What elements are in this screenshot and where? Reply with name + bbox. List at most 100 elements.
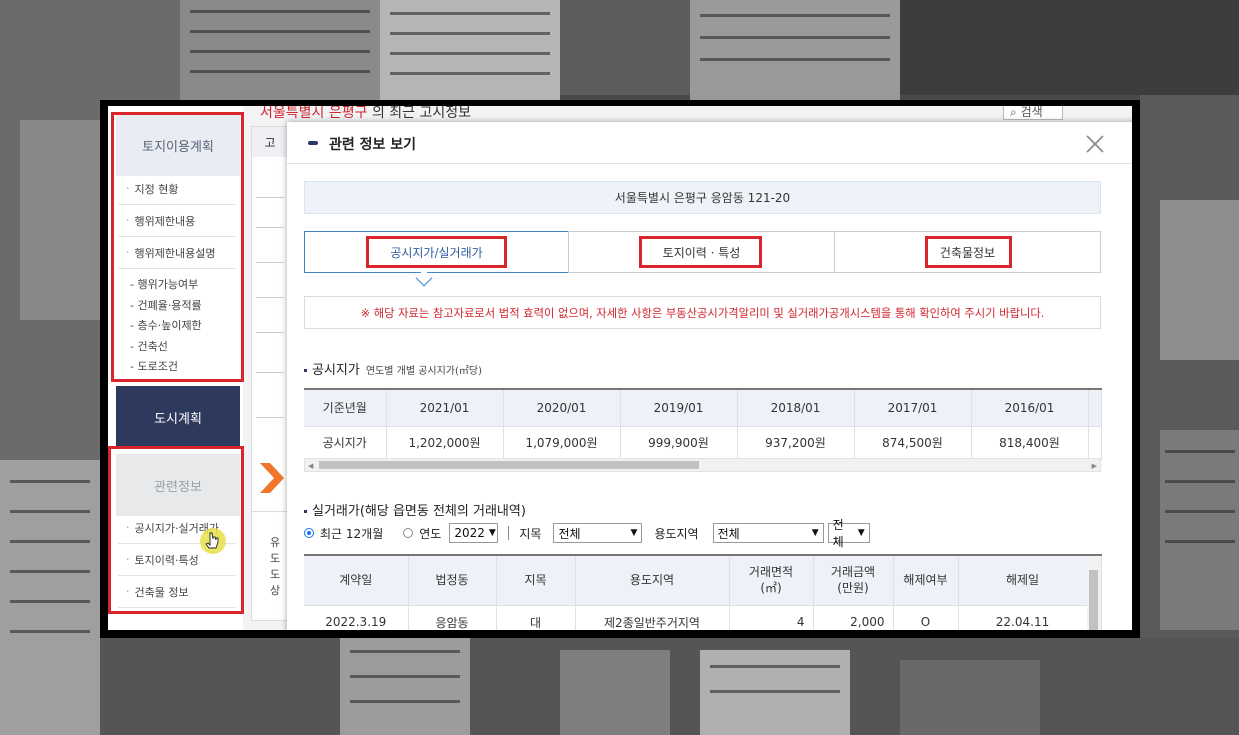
- sidebar-subitem-permitted[interactable]: - 행위가능여부: [130, 275, 198, 296]
- zone-detail-select[interactable]: 전체 ▼: [827, 518, 870, 549]
- notice-header-region: 서울특별시 은평구: [260, 106, 368, 121]
- year-label: 연도: [419, 526, 442, 541]
- zone-select-value: 전체: [717, 526, 740, 541]
- recent-12-months-radio[interactable]: [304, 528, 314, 538]
- table-cell: 1,079,000원: [503, 426, 621, 460]
- chevron-down-icon: ▼: [811, 528, 819, 538]
- column-header: 2020/01: [503, 388, 621, 427]
- scroll-right-icon[interactable]: ▶: [1092, 462, 1097, 470]
- column-header: 2019/01: [620, 388, 738, 427]
- section-subtitle: 연도별 개별 공시지가(㎡당): [365, 366, 483, 377]
- column-header-overflow: [1088, 388, 1102, 427]
- sidebar-city-plan[interactable]: 도시계획: [116, 386, 240, 448]
- column-header: 2021/01: [386, 388, 504, 427]
- bullet: ·: [126, 214, 130, 227]
- table-cell: 1,202,000원: [386, 426, 504, 460]
- land-use-page: 서울특별시 은평구 의 최근 고시정보 ⌕ 검색 고 유 도 도 상 토지이용계…: [108, 106, 1132, 630]
- table-cell: 874,500원: [854, 426, 972, 460]
- chevron-down-icon: ▼: [857, 528, 865, 538]
- table-cell: O: [893, 605, 959, 630]
- sidebar-item-restriction-details[interactable]: · 행위제한내용설명: [118, 237, 236, 269]
- table-header-row: 계약일 법정동 지목 용도지역 거래면적 (㎡) 거래금액 (만원) 해제여부 …: [304, 554, 1102, 606]
- background-info-box: 유 도 도 상: [251, 511, 289, 621]
- mouse-cursor-icon: [200, 528, 226, 554]
- search-label: 검색: [1020, 106, 1043, 119]
- zone-select[interactable]: 전체 ▼: [712, 523, 824, 543]
- table-cell: 공시지가: [304, 426, 387, 460]
- sidebar-item-designation[interactable]: · 지정 현황: [118, 173, 236, 205]
- tab-land-history[interactable]: 토지이력 · 특성: [568, 231, 835, 273]
- bullet: ·: [126, 182, 130, 195]
- table-cell-overflow: [1088, 426, 1102, 460]
- table-cell: 대: [496, 605, 576, 630]
- table-row: 2022.3.19 응암동 대 제2종일반주거지역 4 2,000 O 22.0…: [304, 605, 1102, 630]
- vertical-scrollbar[interactable]: [1087, 556, 1101, 630]
- section-bullet: [304, 369, 307, 372]
- table-cell: 22.04.11: [958, 605, 1088, 630]
- table-cell: 937,200원: [737, 426, 855, 460]
- filter-divider: [508, 526, 510, 540]
- table-cell: 999,900원: [620, 426, 738, 460]
- sidebar-item-restrictions[interactable]: · 행위제한내용: [118, 205, 236, 237]
- background-text: 도: [270, 568, 281, 581]
- background-table-head: 고: [252, 127, 288, 157]
- related-info-modal: 관련 정보 보기 서울특별시 은평구 응암동 121-20 공시지가/실거래가 …: [287, 122, 1132, 630]
- notice-header-text: 의 최근 고시정보: [371, 106, 472, 121]
- horizontal-scrollbar[interactable]: ◀ ▶: [304, 458, 1101, 472]
- tab-building-info[interactable]: 건축물정보: [834, 231, 1101, 273]
- sidebar-related-info[interactable]: 관련정보: [116, 454, 240, 516]
- chevron-down-icon: ▼: [630, 528, 638, 538]
- sidebar-item-label: 건축물 정보: [134, 585, 189, 599]
- column-header: 해제일: [958, 554, 1088, 606]
- sidebar-subitem-height-limit[interactable]: - 층수·높이제한: [130, 316, 202, 337]
- table-cell: 2022.3.19: [304, 605, 409, 630]
- tab-land-price[interactable]: 공시지가/실거래가: [304, 231, 569, 273]
- screenshot-frame: 서울특별시 은평구 의 최근 고시정보 ⌕ 검색 고 유 도 도 상 토지이용계…: [100, 100, 1140, 638]
- column-header: 법정동: [408, 554, 497, 606]
- scrollbar-thumb[interactable]: [1089, 570, 1098, 630]
- zone-detail-select-value: 전체: [832, 518, 844, 549]
- table-cell: 응암동: [408, 605, 497, 630]
- year-radio[interactable]: [403, 528, 414, 538]
- jimok-select[interactable]: 전체 ▼: [553, 523, 643, 543]
- recent-12-months-label: 최근 12개월: [320, 526, 384, 541]
- chevron-down-icon: ▼: [488, 528, 496, 538]
- table-cell: 818,400원: [971, 426, 1089, 460]
- scroll-left-icon[interactable]: ◀: [308, 462, 313, 470]
- column-header: 2016/01: [971, 388, 1089, 427]
- column-header: 지목: [496, 554, 576, 606]
- modal-header: 관련 정보 보기: [287, 122, 1132, 164]
- sidebar-item-label: 행위제한내용: [134, 214, 196, 228]
- table-row: 공시지가 1,202,000원 1,079,000원 999,900원 937,…: [304, 426, 1102, 460]
- bullet: ·: [126, 553, 130, 566]
- scrollbar-thumb[interactable]: [319, 461, 699, 469]
- sidebar-subitem-road-condition[interactable]: - 도로조건: [130, 357, 178, 378]
- title-marker: [308, 141, 318, 145]
- sidebar-subitem-building-line[interactable]: - 건축선: [130, 337, 168, 358]
- deal-price-table: 계약일 법정동 지목 용도지역 거래면적 (㎡) 거래금액 (만원) 해제여부 …: [304, 554, 1102, 630]
- jimok-select-value: 전체: [558, 526, 581, 541]
- sidebar-item-label: 지정 현황: [134, 182, 179, 196]
- search-button[interactable]: ⌕ 검색: [1003, 106, 1063, 120]
- column-header: 기준년월: [304, 388, 387, 427]
- sidebar-subitem-coverage-ratio[interactable]: - 건폐율·용적률: [130, 296, 202, 317]
- background-text: 상: [270, 584, 281, 597]
- background-text: 유: [270, 536, 281, 549]
- background-text: 도: [270, 552, 281, 565]
- search-icon: ⌕: [1010, 106, 1017, 119]
- deal-filters: 최근 12개월 연도 2022 ▼ 지목 전체 ▼ 용도지역 전체 ▼ 전체 ▼: [304, 518, 870, 549]
- year-select[interactable]: 2022 ▼: [449, 523, 499, 543]
- notice-header: 서울특별시 은평구 의 최근 고시정보: [260, 106, 471, 122]
- column-header: 거래금액 (만원): [813, 554, 894, 606]
- modal-title: 관련 정보 보기: [329, 137, 417, 153]
- sidebar-item-label: 토지이력·특성: [134, 553, 199, 567]
- official-price-section-title: 공시지가 연도별 개별 공시지가(㎡당): [304, 359, 482, 378]
- sidebar-item-building-info[interactable]: · 건축물 정보: [118, 576, 236, 608]
- chevron-right-icon: [260, 463, 284, 493]
- close-icon[interactable]: [1085, 134, 1105, 154]
- section-bullet: [304, 510, 307, 513]
- tab-label: 토지이력 · 특성: [662, 245, 741, 260]
- jimok-label: 지목: [519, 526, 542, 541]
- section-title-text: 공시지가: [312, 363, 360, 378]
- sidebar-land-use-plan[interactable]: 토지이용계획: [116, 114, 240, 176]
